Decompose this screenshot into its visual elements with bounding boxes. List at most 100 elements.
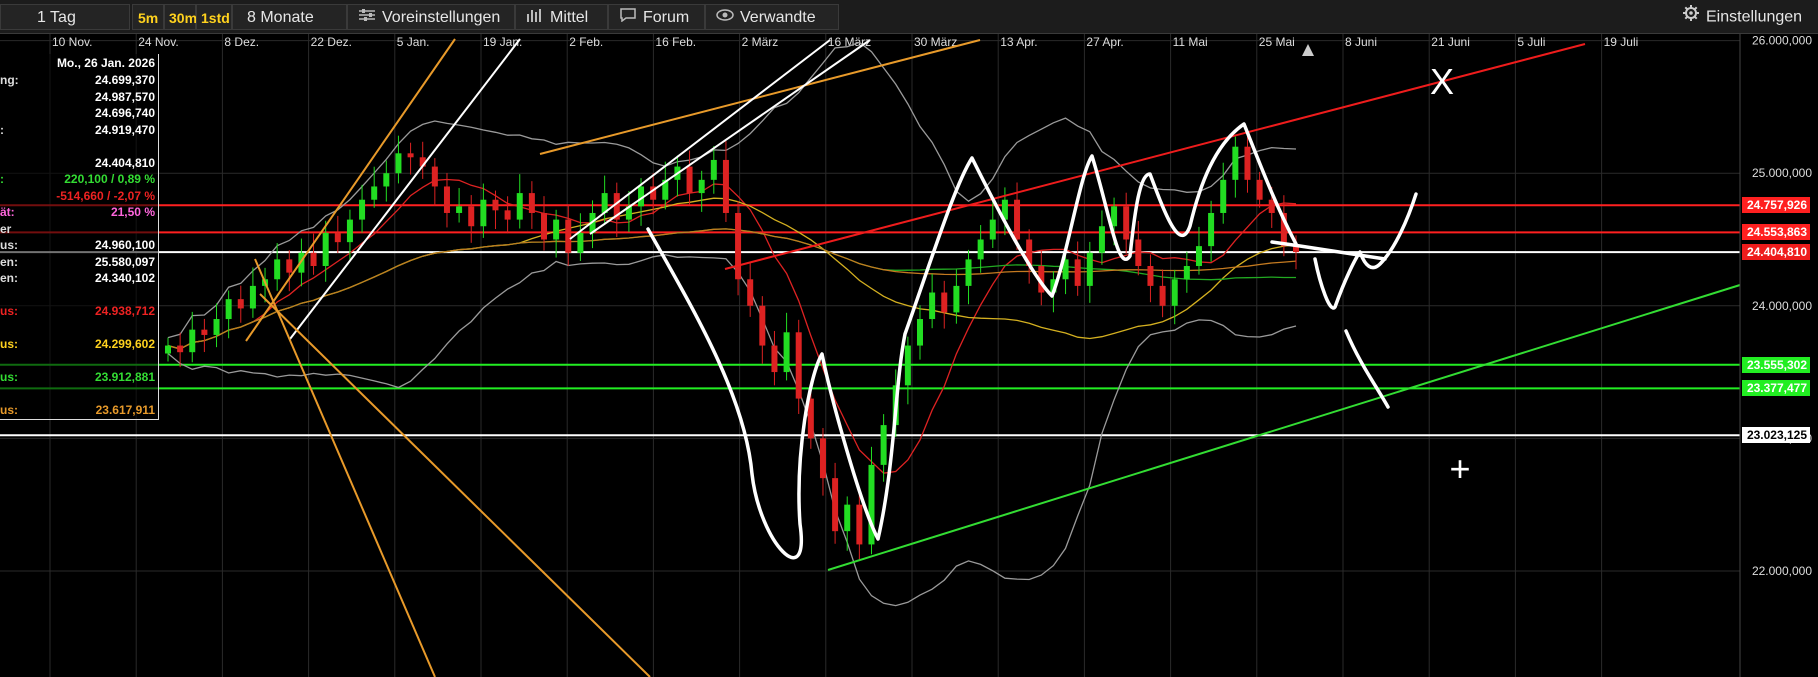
candle-body (456, 206, 463, 213)
candle-body (904, 345, 911, 386)
y-tick-label: 26.000,000 (1752, 34, 1812, 48)
candle-body (1232, 146, 1239, 180)
price-tag: 23.023,125 (1742, 427, 1810, 444)
info-panel: Mo., 26 Jan. 2026 ng: 24.699,370 24.987,57… (0, 54, 159, 420)
info-row-value: 21,50 % (110, 205, 155, 219)
candle-body (1086, 252, 1093, 286)
related-button[interactable]: Verwandte (705, 4, 839, 30)
info-row-value: 24.987,570 (94, 89, 155, 104)
y-axis-background (1740, 34, 1818, 677)
info-row: 24.696,740 (0, 106, 155, 122)
price-chart[interactable]: 10 Nov. 24 Nov. 8 Dez. 22 Dez. 5 Jan. 19 Jan.… (0, 34, 1818, 677)
info-row: us: 24.938,712 (0, 304, 155, 320)
interval-label: 1 Tag (37, 9, 76, 26)
candle-body (528, 193, 535, 213)
candle-body (1268, 199, 1275, 213)
marker-triangle-icon (1302, 44, 1314, 56)
x-tick-label: 5 Juli (1517, 35, 1545, 49)
info-row-label: us: (0, 238, 18, 252)
candle-body (1014, 199, 1021, 240)
green-support-trendline (827, 284, 1741, 571)
x-tick-label: 10 Nov. (52, 35, 92, 49)
candle-body (929, 292, 936, 320)
x-tick-label: 22 Dez. (311, 35, 352, 49)
resolution-1std-button[interactable]: 1std (196, 4, 232, 30)
info-row: us: 23.912,881 (0, 370, 155, 386)
info-row-value: 220,100 / 0,89 % (64, 172, 155, 186)
settings-button[interactable]: Einstellungen (1672, 4, 1818, 30)
bar-chart-icon (526, 5, 544, 31)
x-tick-label: 11 Mai (1173, 35, 1208, 49)
presets-button[interactable]: Voreinstellungen (347, 4, 515, 30)
info-row (0, 354, 155, 370)
candle-body (783, 332, 790, 373)
info-row: ng: 24.699,370 (0, 73, 155, 89)
candle-body (1220, 179, 1227, 213)
x-tick-label: 2 Feb. (569, 35, 603, 49)
x-tick-label: 19 Juli (1604, 35, 1639, 49)
candle-body (1123, 206, 1130, 240)
info-row-label: : (0, 122, 4, 137)
info-row-label: en: (0, 254, 18, 269)
candlesticks (165, 131, 1299, 560)
indicator-button[interactable]: Mittel (515, 4, 608, 30)
candle-body (1208, 212, 1215, 247)
candle-body (553, 219, 560, 240)
y-axis: 26.000,00025.000,00024.000,00023.000,000… (1739, 34, 1818, 677)
price-tag: 24.757,926 (1742, 197, 1810, 214)
candle-body (237, 299, 244, 309)
candle-body (941, 292, 948, 313)
info-row-value: 24.340,102 (94, 271, 155, 285)
price-tag: 24.553,863 (1742, 224, 1810, 241)
candle-body (795, 332, 802, 399)
candle-body (1171, 279, 1178, 306)
forum-button[interactable]: Forum (608, 4, 705, 30)
info-row-value: -514,660 / -2,07 % (56, 188, 155, 203)
x-tick-label: 8 Dez. (224, 35, 259, 49)
info-row: 24.404,810 (0, 156, 155, 172)
info-row-value: 24.299,602 (94, 337, 155, 351)
candle-body (201, 329, 208, 335)
white-hand-drawn-wave (646, 122, 1298, 560)
info-row: 24.987,570 (0, 90, 155, 106)
y-tick-label: 25.000,000 (1752, 166, 1812, 180)
candle-body (698, 179, 705, 194)
x-tick-label: 27 Apr. (1086, 35, 1123, 49)
range-dropdown[interactable]: 8 Monate (232, 4, 347, 30)
candle-body (1135, 239, 1142, 267)
info-row-label: er (0, 221, 12, 236)
interval-dropdown[interactable]: 1 Tag (0, 4, 130, 30)
range-label: 8 Monate (247, 9, 314, 26)
info-row (0, 288, 155, 304)
chart-toolbar: 1 Tag 5m 30m 1std 8 Monate Voreinstellun… (0, 0, 1818, 34)
resolution-30m-button[interactable]: 30m (164, 4, 197, 30)
info-row-label: ät: (0, 205, 15, 219)
x-tick-label: 24 Nov. (138, 35, 178, 49)
orange-trendline-down-1 (254, 258, 436, 677)
candle-body (165, 345, 171, 354)
candle-body (710, 159, 717, 180)
info-row-value: 25.580,097 (94, 254, 155, 269)
candle-body (1183, 266, 1190, 280)
candle-body (880, 425, 887, 465)
candle-body (1244, 146, 1251, 180)
info-row: en: 25.580,097 (0, 255, 155, 271)
orange-trendline-up (245, 38, 456, 342)
candle-body (722, 159, 729, 213)
info-date-row: Mo., 26 Jan. 2026 (0, 56, 155, 72)
related-label: Verwandte (740, 9, 816, 27)
candle-body (917, 319, 923, 346)
ma-very-long (167, 228, 1297, 350)
info-row: -514,660 / -2,07 % (0, 189, 155, 205)
info-row: us: 24.960,100 (0, 238, 155, 254)
candle-body (747, 279, 754, 306)
x-tick-label: 21 Juni (1431, 35, 1470, 49)
annotation-plus-mark: + (1449, 448, 1470, 489)
price-tag: 23.377,477 (1742, 380, 1810, 397)
info-row (0, 321, 155, 337)
candle-body (395, 153, 402, 174)
annotation-x-mark: X (1430, 61, 1454, 102)
resolution-5m-button[interactable]: 5m (132, 4, 164, 30)
candle-body (371, 186, 378, 200)
y-tick-label: 24.000,000 (1752, 299, 1812, 313)
